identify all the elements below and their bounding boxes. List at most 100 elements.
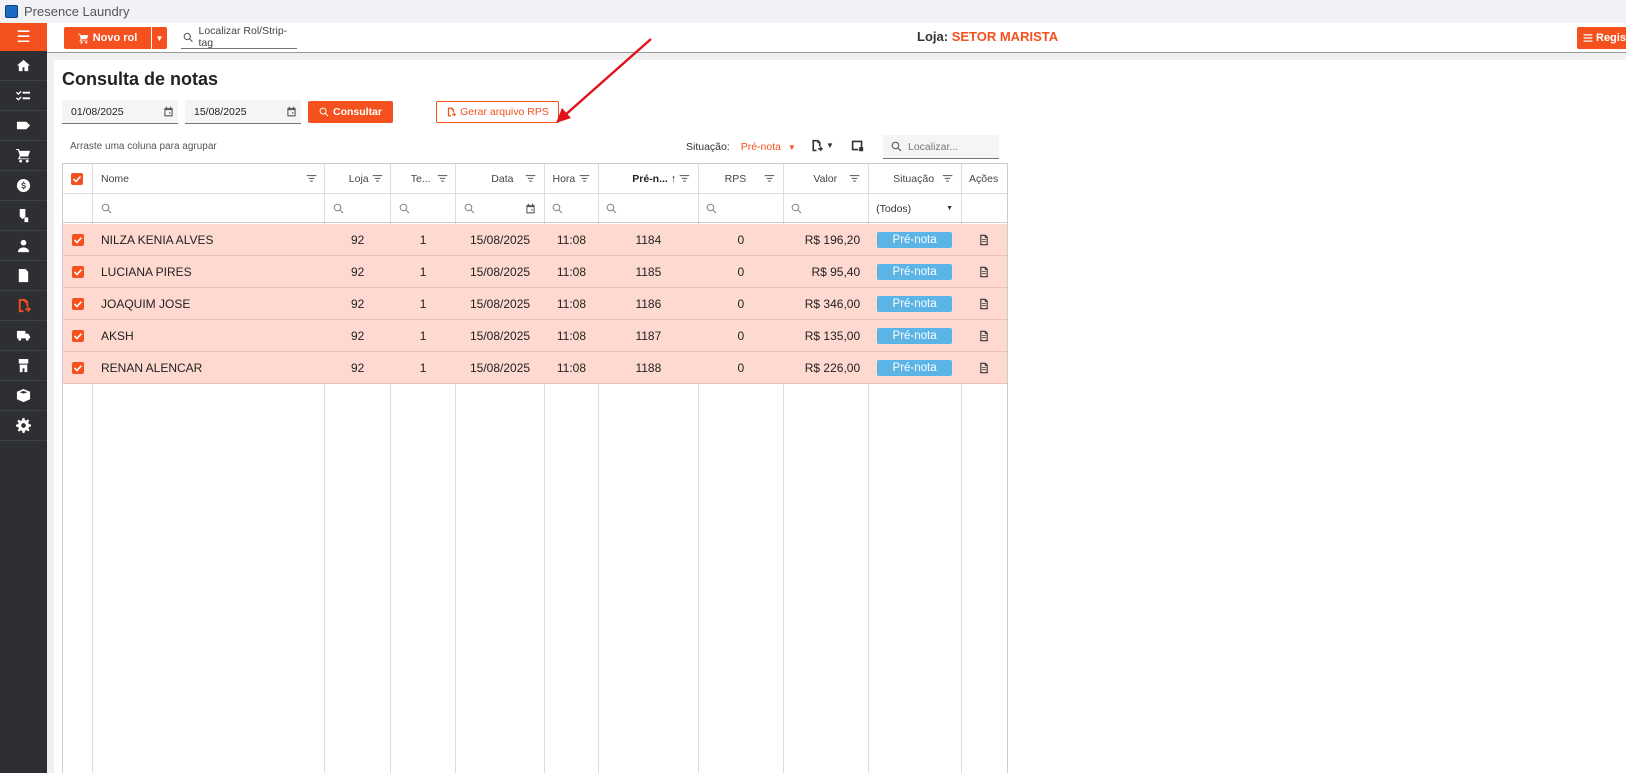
filter-input-rps[interactable] <box>698 195 783 222</box>
cart-icon <box>16 148 31 163</box>
filter-icon[interactable] <box>579 173 590 184</box>
grid-filter-row: (Todos) ▼ <box>63 195 1007 223</box>
situacao-filter[interactable]: Situação: Pré-nota ▼ <box>686 141 796 153</box>
sidebar-item-clients[interactable] <box>0 231 47 261</box>
rol-search-input[interactable]: Localizar Rol/Strip-tag <box>181 25 297 49</box>
column-header-nome[interactable]: Nome <box>93 164 325 193</box>
filter-input-nome[interactable] <box>93 195 325 222</box>
table-row[interactable]: JOAQUIM JOSE 92 1 15/08/2025 11:08 1186 … <box>63 288 1007 320</box>
filter-input-terminal[interactable] <box>391 195 456 222</box>
cell-pre-nota: 1186 <box>635 296 662 311</box>
filter-icon[interactable] <box>764 173 775 184</box>
select-all-checkbox[interactable] <box>63 164 93 193</box>
column-header-terminal[interactable]: Te... <box>391 164 456 193</box>
status-badge: Pré-nota <box>877 263 953 280</box>
hamburger-menu-icon[interactable]: ☰ <box>0 23 47 51</box>
column-chooser-button[interactable] <box>851 139 864 152</box>
register-button[interactable]: Regis <box>1577 27 1626 49</box>
check-icon <box>73 364 83 372</box>
search-icon <box>399 203 409 214</box>
cell-data: 15/08/2025 <box>470 296 531 311</box>
column-header-pre-nota[interactable]: Pré-n... ↑ <box>598 164 698 193</box>
filter-icon[interactable] <box>849 173 860 184</box>
document-icon[interactable] <box>978 234 990 246</box>
date-from-field[interactable]: 01/08/2025 <box>62 100 178 124</box>
filter-input-pre-nota[interactable] <box>598 195 698 222</box>
sidebar-item-settings[interactable] <box>0 411 47 441</box>
column-header-situacao[interactable]: Situação <box>868 164 961 193</box>
novo-rol-button[interactable]: Novo rol <box>64 27 151 49</box>
column-title: Ações <box>969 172 999 185</box>
cell-valor: R$ 226,00 <box>804 360 861 375</box>
sidebar-item-laundry[interactable] <box>0 351 47 381</box>
table-row[interactable]: NILZA KENIA ALVES 92 1 15/08/2025 11:08 … <box>63 224 1007 256</box>
row-checkbox[interactable] <box>63 224 93 255</box>
document-icon[interactable] <box>978 362 990 374</box>
cell-nome: JOAQUIM JOSE <box>100 296 191 311</box>
filter-select-situacao[interactable]: (Todos) ▼ <box>868 195 961 222</box>
cell-loja: 92 <box>350 360 365 375</box>
sidebar-item-cart[interactable] <box>0 141 47 171</box>
calendar-icon[interactable] <box>286 106 297 117</box>
grid-search-input[interactable]: Localizar... <box>883 135 999 159</box>
sidebar-item-documents[interactable] <box>0 261 47 291</box>
sidebar-item-delivery[interactable] <box>0 321 47 351</box>
cell-data: 15/08/2025 <box>470 264 531 279</box>
novo-rol-dropdown-button[interactable]: ▼ <box>152 27 167 49</box>
column-header-hora[interactable]: Hora <box>544 164 598 193</box>
filter-input-data[interactable] <box>456 195 545 222</box>
document-icon[interactable] <box>978 266 990 278</box>
sidebar-item-checklist[interactable] <box>0 81 47 111</box>
table-row[interactable]: LUCIANA PIRES 92 1 15/08/2025 11:08 1185… <box>63 256 1007 288</box>
sidebar-item-tag[interactable] <box>0 111 47 141</box>
sidebar-item-stock[interactable] <box>0 381 47 411</box>
search-icon <box>183 32 193 42</box>
filter-icon[interactable] <box>525 173 536 184</box>
column-title: Pré-n... <box>632 172 668 185</box>
sidebar-item-notas[interactable] <box>0 291 47 321</box>
annotation-arrow <box>556 38 652 123</box>
filter-icon[interactable] <box>372 173 383 184</box>
row-checkbox[interactable] <box>63 320 93 351</box>
filter-icon[interactable] <box>679 173 690 184</box>
row-checkbox[interactable] <box>63 352 93 383</box>
cell-acoes <box>961 288 1007 319</box>
rol-search-placeholder: Localizar Rol/Strip-tag <box>198 25 288 49</box>
sidebar-item-tag-scan[interactable] <box>0 201 47 231</box>
document-icon[interactable] <box>978 330 990 342</box>
column-header-data[interactable]: Data <box>456 164 545 193</box>
date-to-value: 15/08/2025 <box>194 105 247 118</box>
filter-icon[interactable] <box>437 173 448 184</box>
date-to-field[interactable]: 15/08/2025 <box>185 100 301 124</box>
column-title: Hora <box>552 172 576 185</box>
filter-icon[interactable] <box>942 173 953 184</box>
document-icon[interactable] <box>978 298 990 310</box>
register-label: Regis <box>1596 32 1626 44</box>
export-menu-button[interactable]: ▼ <box>810 139 834 152</box>
filter-icon[interactable] <box>306 173 317 184</box>
table-row[interactable]: AKSH 92 1 15/08/2025 11:08 1187 0 R$ 135… <box>63 320 1007 352</box>
cell-valor: R$ 346,00 <box>804 296 861 311</box>
table-row[interactable]: RENAN ALENCAR 92 1 15/08/2025 11:08 1188… <box>63 352 1007 384</box>
column-header-loja[interactable]: Loja <box>325 164 391 193</box>
calendar-icon[interactable] <box>163 106 174 117</box>
column-header-rps[interactable]: RPS <box>698 164 783 193</box>
consultar-button[interactable]: Consultar <box>308 101 393 123</box>
calendar-icon[interactable] <box>525 203 536 214</box>
filter-input-valor[interactable] <box>783 195 868 222</box>
cell-hora: 11:08 <box>556 232 587 247</box>
gerar-rps-button[interactable]: Gerar arquivo RPS <box>436 101 559 123</box>
sidebar-item-home[interactable] <box>0 51 47 81</box>
cell-pre-nota: 1184 <box>635 232 662 247</box>
row-checkbox[interactable] <box>63 256 93 287</box>
filter-input-loja[interactable] <box>325 195 391 222</box>
cell-loja: 92 <box>350 232 365 247</box>
filter-input-hora[interactable] <box>544 195 598 222</box>
column-header-valor[interactable]: Valor <box>783 164 868 193</box>
store-label: Loja: <box>917 29 949 44</box>
sidebar-item-finance[interactable] <box>0 171 47 201</box>
top-toolbar: Novo rol ▼ Localizar Rol/Strip-tag Loja:… <box>47 23 1626 53</box>
group-by-hint: Arraste uma coluna para agrupar <box>70 141 217 152</box>
dollar-icon <box>16 178 31 193</box>
row-checkbox[interactable] <box>63 288 93 319</box>
